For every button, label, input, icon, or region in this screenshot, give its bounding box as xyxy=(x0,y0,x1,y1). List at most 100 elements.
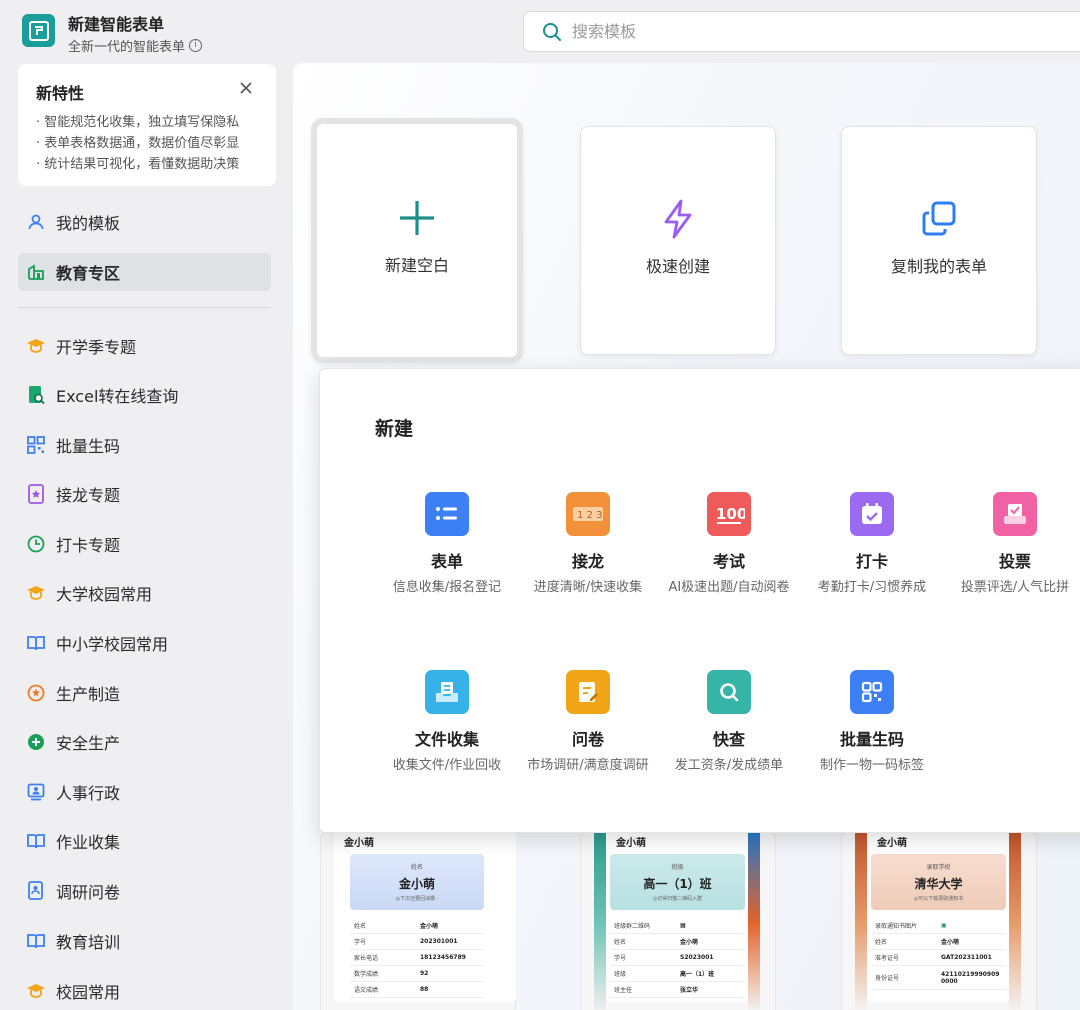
new-blank-card[interactable]: 新建空白 xyxy=(311,118,523,363)
tile-title: 快查 xyxy=(712,730,745,749)
card-label: 复制我的表单 xyxy=(890,257,987,276)
quick-create-card[interactable]: 极速创建 xyxy=(580,126,776,355)
sidebar-item-relay[interactable]: 接龙专题 xyxy=(18,475,271,513)
preview-row: 身份证号 42110219990909 0000 xyxy=(871,966,1006,990)
row-value: 42110219990909 0000 xyxy=(941,970,1000,985)
tile-desc: 发工资条/发成绩单 xyxy=(674,758,784,773)
sidebar-item-campus[interactable]: 校园常用 xyxy=(18,972,271,1010)
preview-banner-value: 高一（1）班 xyxy=(643,877,712,891)
preview-banner-value: 金小萌 xyxy=(398,877,435,891)
sidebar-item-safety[interactable]: 安全生产 xyxy=(18,723,271,761)
sidebar-divider xyxy=(18,307,271,308)
template-preview[interactable]: 金小萌 班级 高一（1）班 ◎记得扫描二维码入群 班级群二维码 ▦ 姓名 金小萌 学… xyxy=(606,832,748,1002)
row-value: 高一（1）班 xyxy=(680,971,715,978)
book-icon xyxy=(26,831,46,851)
tile-desc: 市场调研/满意度调研 xyxy=(527,758,649,773)
row-key: 姓名 xyxy=(875,939,888,946)
template-preview[interactable]: 金小萌 姓名 金小萌 ◎下次还要回油橋 - 姓名 金小萌 学号 202301001 … xyxy=(334,832,516,1002)
new-features-line: · 统计结果可视化，看懂数据助决策 xyxy=(36,157,240,172)
preview-row: 准考证号 GAT202311001 xyxy=(871,950,1006,966)
sidebar-item-batch-code[interactable]: 批量生码 xyxy=(18,426,271,464)
tile-title: 问卷 xyxy=(571,730,604,749)
app-logo xyxy=(22,14,55,47)
tile-checkin[interactable]: 打卡 考勤打卡/习惯养成 xyxy=(807,492,937,595)
row-key: 姓名 xyxy=(354,923,367,930)
template-preview[interactable]: 金小萌 录取学校 清华大学 ◎可以下载录取通知书 录取通知书图片 ▣ 姓名 金小萌 … xyxy=(867,832,1009,1002)
preview-banner: 班级 高一（1）班 ◎记得扫描二维码入群 xyxy=(610,854,745,910)
preview-row: 姓名 金小萌 xyxy=(610,934,745,950)
tile-batch-code[interactable]: 批量生码 制作一物一码标签 xyxy=(807,670,937,773)
info-icon[interactable]: i xyxy=(189,39,203,52)
building-icon xyxy=(26,262,46,282)
tile-desc: 考勤打卡/习惯养成 xyxy=(817,580,927,595)
sidebar-item-label: 批量生码 xyxy=(56,437,121,456)
plus-circle-icon xyxy=(26,732,46,752)
graduation-cap-icon xyxy=(26,583,46,603)
tile-title: 接龙 xyxy=(571,552,604,571)
row-key: 身份证号 xyxy=(875,975,900,982)
preview-row: 数学成绩 92 xyxy=(350,966,484,982)
preview-decor-strip xyxy=(594,832,606,1010)
close-icon[interactable] xyxy=(238,80,254,96)
tile-form[interactable]: 表单 信息收集/报名登记 xyxy=(382,492,512,595)
copy-form-card[interactable]: 复制我的表单 xyxy=(841,126,1037,355)
row-value: 张立华 xyxy=(680,987,699,994)
sidebar-item-homework[interactable]: 作业收集 xyxy=(18,822,271,860)
graduation-cap-icon xyxy=(26,981,46,1001)
sidebar-item-hr[interactable]: 人事行政 xyxy=(18,773,271,811)
preview-banner-label: 班级 xyxy=(671,864,684,871)
preview-name: 金小萌 xyxy=(877,838,907,849)
preview-row: 姓名 金小萌 xyxy=(350,918,484,934)
tile-title: 批量生码 xyxy=(839,730,904,749)
sidebar-item-university[interactable]: 大学校园常用 xyxy=(18,574,271,612)
row-value: GAT202311001 xyxy=(941,954,992,961)
survey-icon xyxy=(26,881,46,901)
tile-title: 文件收集 xyxy=(414,730,479,749)
preview-banner-value: 清华大学 xyxy=(914,877,963,891)
tile-relay[interactable]: 1 2 3 接龙 进度清晰/快速收集 xyxy=(523,492,653,595)
search-input[interactable] xyxy=(572,22,972,41)
card-label: 极速创建 xyxy=(645,257,710,276)
sidebar-item-label: Excel转在线查询 xyxy=(56,387,179,406)
tile-file-collection[interactable]: 文件收集 收集文件/作业回收 xyxy=(382,670,512,773)
search-box[interactable] xyxy=(523,11,1080,52)
row-key: 学号 xyxy=(614,955,627,962)
tile-vote[interactable]: 投票 投票评选/人气比拼 xyxy=(950,492,1080,595)
tile-desc: 投票评选/人气比拼 xyxy=(960,580,1070,595)
row-key: 姓名 xyxy=(614,939,627,946)
sidebar-item-education[interactable]: 教育专区 xyxy=(18,253,271,291)
sidebar-item-my-templates[interactable]: 我的模板 xyxy=(18,203,271,241)
sidebar-item-manufacturing[interactable]: 生产制造 xyxy=(18,674,271,712)
popup-title: 新建 xyxy=(375,418,414,440)
tile-desc: 收集文件/作业回收 xyxy=(392,758,502,773)
tile-questionnaire[interactable]: 问卷 市场调研/满意度调研 xyxy=(523,670,653,773)
sidebar-item-survey[interactable]: 调研问卷 xyxy=(18,872,271,910)
sidebar-item-start-season[interactable]: 开学季专题 xyxy=(18,327,271,365)
plus-icon xyxy=(397,198,437,238)
app-title: 新建智能表单 xyxy=(68,15,165,34)
sidebar-item-training[interactable]: 教育培训 xyxy=(18,922,271,960)
tile-exam[interactable]: 100 考试 AI极速出题/自动阅卷 xyxy=(664,492,794,595)
row-value: 金小萌 xyxy=(420,923,439,930)
row-key: 家长电话 xyxy=(354,955,379,962)
preview-banner-hint: ◎记得扫描二维码入群 xyxy=(652,896,703,902)
row-value: 金小萌 xyxy=(941,939,960,946)
lightning-icon xyxy=(658,199,698,239)
preview-banner-label: 录取学校 xyxy=(926,864,951,871)
sidebar-item-k12[interactable]: 中小学校园常用 xyxy=(18,624,271,662)
form-list-icon xyxy=(425,492,469,536)
row-key: 学号 xyxy=(354,939,367,946)
star-doc-icon xyxy=(26,484,46,504)
preview-banner-hint: ◎可以下载录取通知书 xyxy=(913,896,964,902)
svg-text:100: 100 xyxy=(716,505,745,523)
sidebar-item-label: 校园常用 xyxy=(56,983,121,1002)
sidebar-item-excel-query[interactable]: Excel转在线查询 xyxy=(18,376,271,414)
row-key: 数学成绩 xyxy=(354,971,379,978)
preview-banner-label: 姓名 xyxy=(410,864,423,871)
sidebar-item-label: 人事行政 xyxy=(56,784,121,803)
preview-row: 语文成绩 88 xyxy=(350,982,484,998)
sidebar-item-checkin[interactable]: 打卡专题 xyxy=(18,525,271,563)
tile-quick-query[interactable]: 快查 发工资条/发成绩单 xyxy=(664,670,794,773)
new-features-title: 新特性 xyxy=(36,84,85,103)
preview-banner-hint: ◎下次还要回油橋 - xyxy=(395,896,439,902)
